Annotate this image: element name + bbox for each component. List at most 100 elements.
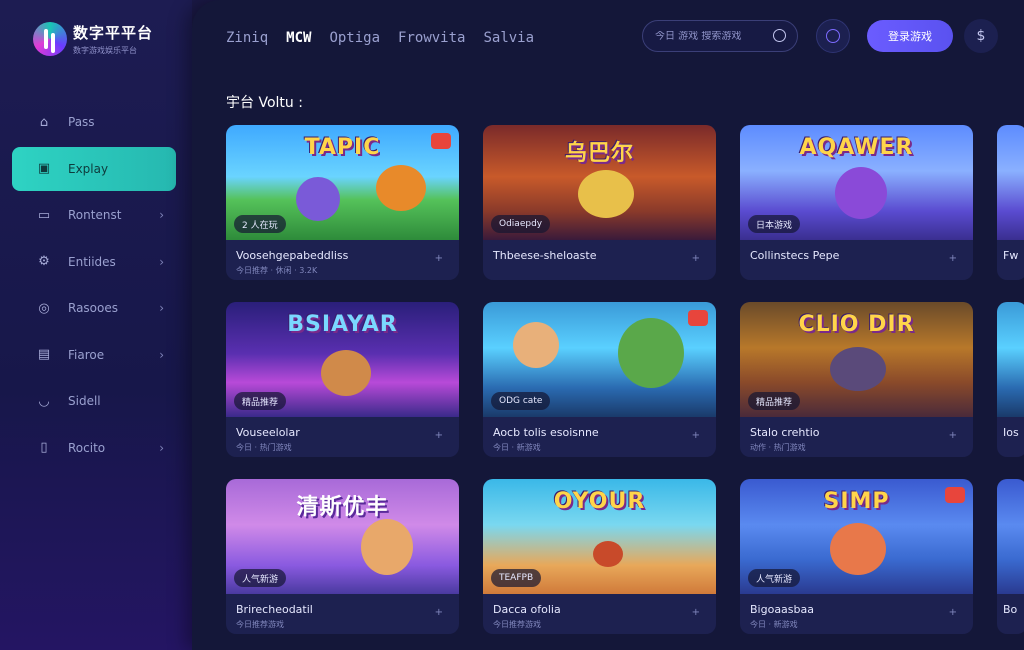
badge-icon bbox=[688, 310, 708, 326]
card-title: Dacca ofolia bbox=[493, 603, 561, 616]
card-more-icon[interactable]: + bbox=[435, 253, 443, 264]
character-art bbox=[618, 318, 684, 388]
sidebar-item-rocito[interactable]: ▯ Rocito › bbox=[12, 426, 176, 470]
sidebar-item-entiides[interactable]: ⚙ Entiides › bbox=[12, 240, 176, 284]
card-title: Thbeese-sheloaste bbox=[493, 249, 597, 262]
game-art-title: AQAWER bbox=[799, 135, 914, 160]
card-title: Fw bbox=[1003, 249, 1019, 262]
character-art bbox=[830, 347, 886, 391]
sidebar-item-pass[interactable]: ⌂ Pass bbox=[12, 100, 176, 144]
sidebar-item-rontenst[interactable]: ▭ Rontenst › bbox=[12, 193, 176, 237]
user-button[interactable] bbox=[816, 19, 850, 53]
tab-optiga[interactable]: Optiga bbox=[329, 30, 380, 46]
login-button[interactable]: 登录游戏 bbox=[867, 20, 953, 52]
game-card-peek[interactable]: Bo bbox=[997, 479, 1024, 634]
card-more-icon[interactable]: + bbox=[435, 430, 443, 441]
game-card[interactable]: AQAWER 日本游戏 Collinstecs Pepe + bbox=[740, 125, 973, 280]
sidebar-item-label: Rontenst bbox=[68, 208, 122, 222]
card-title: Voosehgepabeddliss bbox=[236, 249, 349, 262]
card-more-icon[interactable]: + bbox=[949, 607, 957, 618]
dollar-icon: $ bbox=[976, 28, 986, 44]
game-thumbnail: TAPIC 2 人在玩 bbox=[226, 125, 459, 240]
character-art bbox=[321, 350, 371, 396]
sidebar: 数字平平台 数字游戏娱乐平台 ⌂ Pass ▣ Explay ▭ Rontens… bbox=[0, 0, 192, 650]
sidebar-item-fiaroe[interactable]: ▤ Fiaroe › bbox=[12, 333, 176, 377]
game-card[interactable]: ODG cate Aocb tolis esoisnne 今日 · 新游戏 + bbox=[483, 302, 716, 457]
game-card[interactable]: 清斯优丰 人气新游 Brirecheodatil 今日推荐游戏 + bbox=[226, 479, 459, 634]
tab-mcw[interactable]: MCW bbox=[286, 30, 311, 46]
card-title: Aocb tolis esoisnne bbox=[493, 426, 599, 439]
character-art bbox=[513, 322, 559, 368]
gear-icon: ⚙ bbox=[38, 254, 50, 269]
card-more-icon[interactable]: + bbox=[949, 253, 957, 264]
game-card[interactable]: CLIO DIR 精品推荐 Stalo crehtio 动作 · 热门游戏 + bbox=[740, 302, 973, 457]
player-count-pill: 日本游戏 bbox=[748, 215, 801, 233]
game-art-title: TAPIC bbox=[304, 135, 381, 160]
logo-icon bbox=[33, 22, 67, 56]
player-count-pill: Odiaepdy bbox=[491, 215, 551, 233]
tab-salvia[interactable]: Salvia bbox=[483, 30, 534, 46]
card-more-icon[interactable]: + bbox=[692, 430, 700, 441]
game-thumbnail bbox=[997, 479, 1024, 594]
card-title: Bo bbox=[1003, 603, 1018, 616]
game-thumbnail: BSIAYAR 精品推荐 bbox=[226, 302, 459, 417]
tab-ziniq[interactable]: Ziniq bbox=[226, 30, 268, 46]
player-count-pill: ODG cate bbox=[491, 392, 551, 410]
game-art-title: SIMP bbox=[823, 489, 890, 514]
monitor-icon: ▭ bbox=[37, 207, 51, 223]
main-panel: Ziniq MCW Optiga Frowvita Salvia 登录游戏 $ … bbox=[192, 0, 1024, 650]
game-card[interactable]: 乌巴尔 Odiaepdy Thbeese-sheloaste + bbox=[483, 125, 716, 280]
card-title: Ios bbox=[1003, 426, 1019, 439]
top-tabs: Ziniq MCW Optiga Frowvita Salvia bbox=[226, 30, 552, 46]
game-art-title: 乌巴尔 bbox=[564, 141, 634, 166]
game-card[interactable]: OYOUR TEAFPB Dacca ofolia 今日推荐游戏 + bbox=[483, 479, 716, 634]
game-thumbnail: 清斯优丰 人气新游 bbox=[226, 479, 459, 594]
player-count-pill: 精品推荐 bbox=[234, 392, 287, 410]
sidebar-item-label: Fiaroe bbox=[68, 347, 105, 362]
badge-icon bbox=[431, 133, 451, 149]
game-card[interactable]: BSIAYAR 精品推荐 Vouseelolar 今日 · 热门游戏 + bbox=[226, 302, 459, 457]
brand-tagline: 数字游戏娱乐平台 bbox=[73, 46, 137, 55]
character-art bbox=[830, 523, 886, 575]
character-art bbox=[361, 519, 413, 575]
controller-icon: ◎ bbox=[38, 300, 50, 316]
card-meta: 今日 · 新游戏 bbox=[493, 443, 541, 452]
game-thumbnail bbox=[997, 302, 1024, 417]
card-more-icon[interactable]: + bbox=[692, 253, 700, 264]
player-count-pill: 精品推荐 bbox=[748, 392, 801, 410]
game-thumbnail: AQAWER 日本游戏 bbox=[740, 125, 973, 240]
player-count-pill: 人气新游 bbox=[234, 569, 287, 587]
card-meta: 今日推荐游戏 bbox=[493, 620, 541, 629]
card-more-icon[interactable]: + bbox=[949, 430, 957, 441]
game-thumbnail bbox=[997, 125, 1024, 240]
game-card-peek[interactable]: Fw bbox=[997, 125, 1024, 280]
user-icon bbox=[826, 29, 840, 43]
sidebar-item-rasooes[interactable]: ◎ Rasooes › bbox=[12, 286, 176, 330]
currency-button[interactable]: $ bbox=[964, 19, 998, 53]
player-count-pill: 2 人在玩 bbox=[234, 215, 286, 233]
search-input[interactable] bbox=[655, 30, 765, 42]
game-card[interactable]: TAPIC 2 人在玩 Voosehgepabeddliss 今日推荐 · 休闲… bbox=[226, 125, 459, 280]
card-meta: 今日推荐 · 休闲 · 3.2K bbox=[236, 266, 318, 275]
sidebar-item-label: Pass bbox=[68, 115, 95, 129]
photo-icon: ▤ bbox=[37, 347, 51, 362]
sidebar-item-sidell[interactable]: ◡ Sidell bbox=[12, 379, 176, 423]
card-meta: 今日 · 新游戏 bbox=[750, 620, 798, 629]
game-card[interactable]: SIMP 人气新游 Bigoaasbaa 今日 · 新游戏 + bbox=[740, 479, 973, 634]
card-meta: 今日推荐游戏 bbox=[236, 620, 284, 629]
tab-frowvita[interactable]: Frowvita bbox=[398, 30, 465, 46]
card-more-icon[interactable]: + bbox=[692, 607, 700, 618]
brand-logo[interactable]: 数字平平台 数字游戏娱乐平台 bbox=[33, 22, 153, 56]
chevron-right-icon: › bbox=[159, 347, 164, 362]
chevron-right-icon: › bbox=[159, 254, 164, 269]
card-more-icon[interactable]: + bbox=[435, 607, 443, 618]
section-title: 宇台 Voltu : bbox=[226, 95, 303, 111]
gamepad-icon: ▣ bbox=[37, 161, 51, 176]
chevron-right-icon: › bbox=[159, 301, 164, 315]
sidebar-item-explay[interactable]: ▣ Explay bbox=[12, 146, 176, 191]
search-icon[interactable] bbox=[773, 29, 786, 42]
search-box[interactable] bbox=[642, 20, 798, 52]
game-card-peek[interactable]: Ios bbox=[997, 302, 1024, 457]
game-thumbnail: CLIO DIR 精品推荐 bbox=[740, 302, 973, 417]
card-title: Vouseelolar bbox=[236, 426, 300, 439]
